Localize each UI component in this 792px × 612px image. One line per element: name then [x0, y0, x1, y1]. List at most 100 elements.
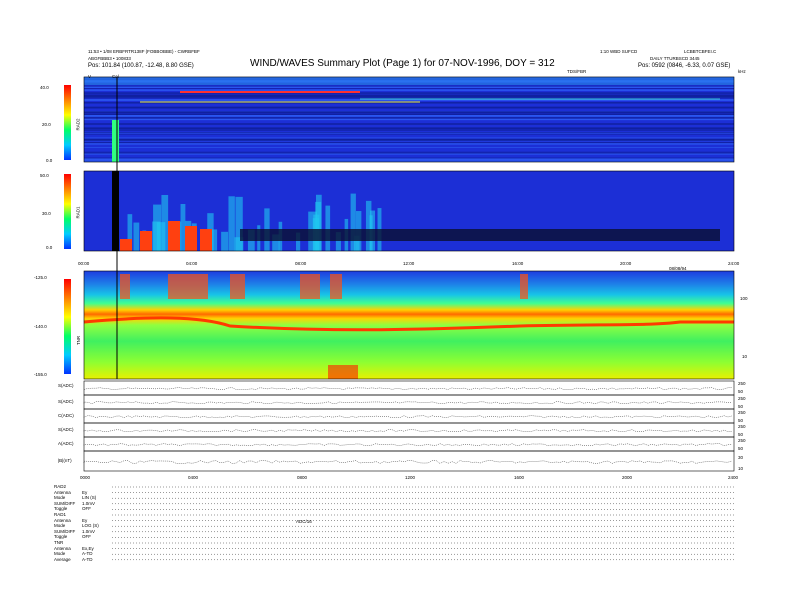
- rad2-tick-mid: 20.0: [42, 122, 51, 127]
- footer-key: Antenna: [54, 545, 71, 551]
- footer-row: Toggle OFF: [54, 534, 112, 539]
- line-panel-trace-0: [83, 387, 733, 390]
- footer-key: Antenna: [54, 489, 71, 495]
- footer-key: Mode: [54, 523, 66, 529]
- rad1-tick-bottom: 0.0: [46, 245, 53, 250]
- rad1-burst: [235, 196, 243, 251]
- footer-row: SUM/DIFF 1.0mV: [54, 501, 112, 506]
- rad1-tick-mid: 30.0: [42, 211, 51, 216]
- rad1-burst: [221, 231, 229, 251]
- rad2-label: RAD2: [75, 118, 81, 131]
- rad2-cal-block: [112, 120, 119, 162]
- header-right-corner: kHz: [738, 69, 746, 74]
- rad2-top-band: [84, 77, 734, 85]
- footer-value: Ey: [82, 517, 88, 523]
- tnr-bottom-burst: [328, 365, 358, 379]
- footer-key: Mode: [54, 495, 66, 501]
- colorbar-0: [64, 85, 71, 160]
- line-panel-right-2b: 50: [738, 404, 744, 409]
- time-tick-6: 24:00: [728, 261, 740, 266]
- rad1-burst-red: [168, 221, 180, 251]
- footer-row: Average A-TD: [54, 557, 112, 562]
- tnr-tick-bottom: -155.0: [34, 372, 47, 377]
- line-panel-trace-1: [83, 401, 733, 404]
- tnr-tick-top: -125.0: [34, 275, 47, 280]
- header-left-line1: 11:53 • 1/08 ERBFRTR138F (FOBBOBBE) - CW…: [88, 49, 200, 54]
- line-panel-trace-2: [83, 415, 733, 418]
- bottom-tick-5: 2000: [622, 475, 633, 480]
- rad1-burst: [316, 194, 322, 251]
- footer-key: Toggle: [54, 506, 68, 512]
- tnr-burst: [168, 274, 190, 299]
- footer-key: TNR: [54, 540, 64, 545]
- time-tick-3: 12:00: [403, 261, 415, 266]
- line-panel-right-4a: 250: [738, 424, 746, 429]
- tnr-burst: [330, 274, 342, 299]
- footer-row: Toggle OFF: [54, 506, 112, 511]
- footer-row: RAD2: [54, 484, 112, 489]
- bottom-tick-0: 0000: [80, 475, 91, 480]
- time-tick-0: 00:00: [78, 261, 90, 266]
- header-right-line1b: LCBBTCBFEI.C: [684, 49, 717, 54]
- footer-key: Antenna: [54, 517, 71, 523]
- line-panel-right-3a: 250: [738, 410, 746, 415]
- rad1-burst-red: [140, 231, 152, 251]
- plot-title: WIND/WAVES Summary Plot (Page 1) for 07-…: [250, 58, 555, 69]
- footer-row: Antenna Ey: [54, 490, 112, 495]
- footer-key: Toggle: [54, 534, 68, 540]
- footer-row: Mode A-TD: [54, 551, 112, 556]
- rad1-tick-top: 50.0: [40, 173, 49, 178]
- tnr-tick-mid: -140.0: [34, 324, 47, 329]
- footer-row: Mode LIN (S): [54, 495, 112, 500]
- header-right-small: TDS/FBR: [567, 69, 587, 74]
- footer-value: LOG (S): [82, 523, 99, 529]
- tnr-label: TNR: [76, 335, 82, 346]
- bottom-tick-1: 0400: [188, 475, 199, 480]
- rad1-burst-red: [120, 239, 132, 251]
- line-panel-label-5: A(ADC): [58, 441, 74, 446]
- line-panel-right-5a: 250: [738, 438, 746, 443]
- line-panel-right-1a: 250: [738, 381, 746, 386]
- line-panel-label-6: |B|(nT): [58, 458, 72, 463]
- line-panel-trace-5: [83, 460, 733, 464]
- footer-row: Antenna Ey: [54, 518, 112, 523]
- footer-key: RAD2: [54, 484, 67, 489]
- line-panel-label-3: C(ADC): [58, 413, 74, 418]
- time-note: 08/08/94: [669, 266, 687, 271]
- bottom-tick-4: 1600: [514, 475, 525, 480]
- line-panel-right-1b: 50: [738, 389, 744, 394]
- rad1-burst-red: [200, 229, 212, 251]
- summary-plot: [64, 76, 735, 560]
- line-panel-right-4b: 50: [738, 432, 744, 437]
- header-right-line2: DAILY TTURBSCD 3445: [650, 56, 700, 61]
- footer-value: A-TD: [82, 556, 93, 562]
- rad1-dark-band: [240, 229, 720, 241]
- rad1-burst: [156, 222, 166, 251]
- footer-value: OFF: [82, 506, 91, 512]
- header-left-position: Pos: 101.84 (100.87, -12.48, 8.80 GSE): [88, 63, 194, 69]
- footer-row: TNR: [54, 540, 112, 545]
- line-panel-right-2a: 250: [738, 396, 746, 401]
- rad1-label: RAD1: [75, 206, 81, 219]
- header-right-position: Pos: 0592 (0846, -6.33, 0.07 GSE): [638, 63, 731, 69]
- footer-row: SUM/DIFF 1.0mV: [54, 529, 112, 534]
- tnr-right-tick-bottom: 10: [742, 354, 748, 359]
- footer-value: 1.0mV: [82, 500, 96, 506]
- rad2-tick-bottom: 0.0: [46, 158, 53, 163]
- rad1-burst: [325, 205, 331, 251]
- footer-row: Antenna Ex,Ey: [54, 546, 112, 551]
- footer-key: RAD1: [54, 512, 67, 517]
- rad1-burst: [350, 193, 356, 251]
- footer-value: 1.0mV: [82, 528, 96, 534]
- tnr-burst: [230, 274, 245, 299]
- line-panel-trace-4: [83, 443, 733, 446]
- top-axis-cal-label: Cal: [112, 74, 119, 79]
- tnr-burst: [520, 274, 528, 299]
- footer-key: Mode: [54, 551, 66, 557]
- line-panel-right-3b: 50: [738, 418, 744, 423]
- footer-row: Mode LOG (S): [54, 523, 112, 528]
- footer-value: LIN (S): [82, 495, 97, 501]
- tnr-right-tick-top: 100: [740, 296, 748, 301]
- footer-value: Ey: [82, 489, 88, 495]
- header-left-line2: ABGFBBB3 • 100833: [88, 56, 131, 61]
